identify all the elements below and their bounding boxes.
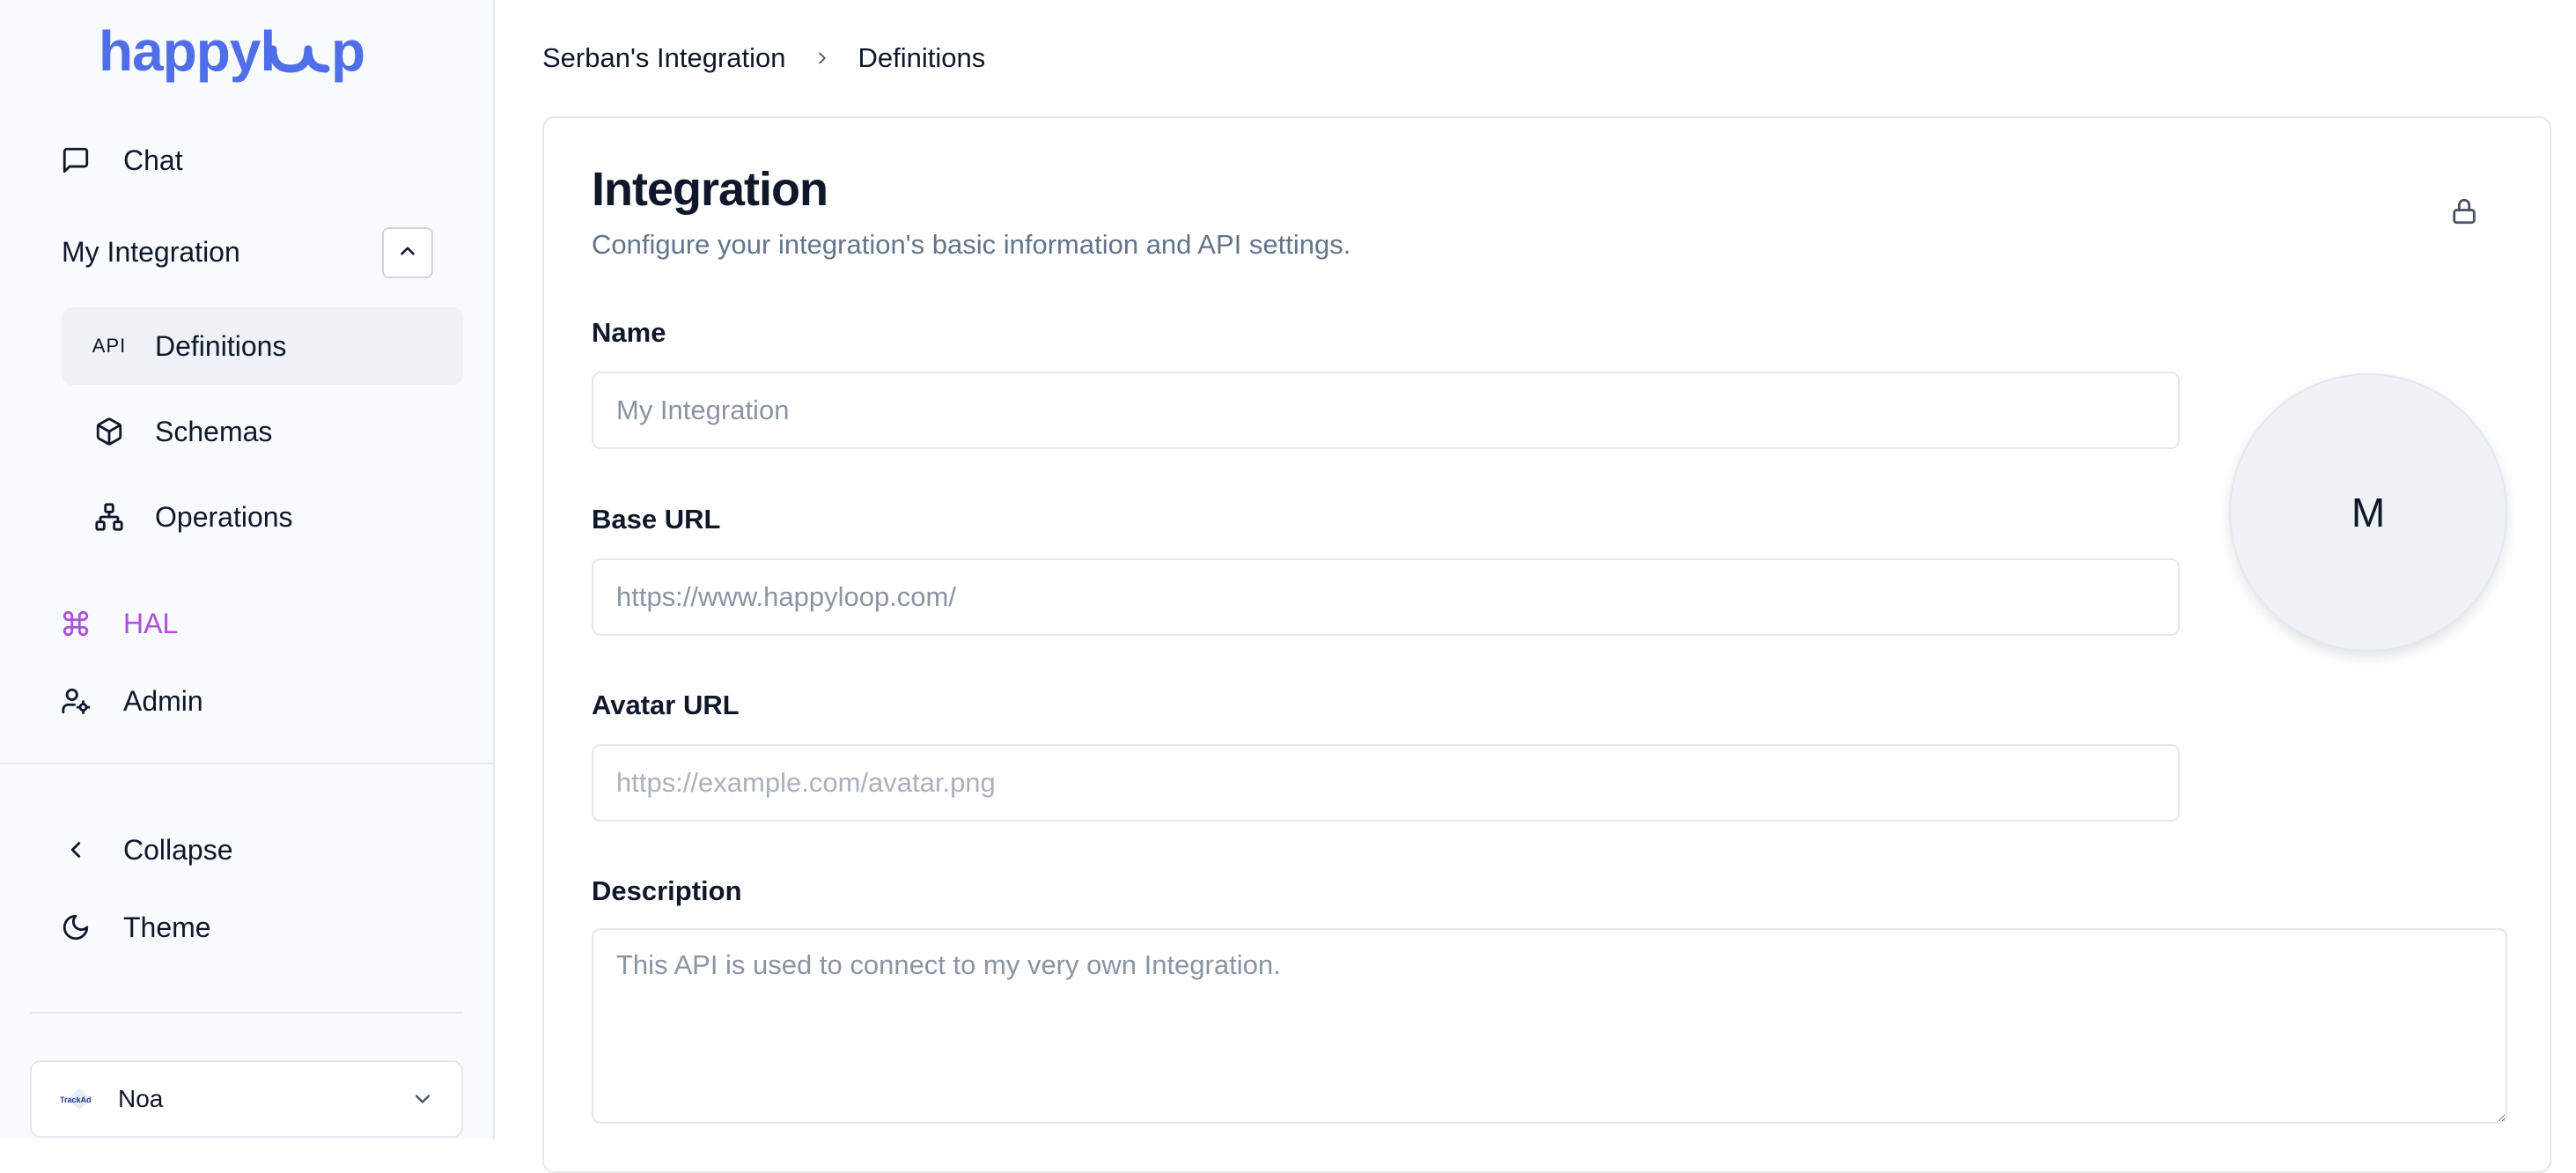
nav-admin-label: Admin [123,684,203,717]
sidebar: happyl p Chat My Integration API Definit… [0,0,495,1140]
nav-hal-label: HAL [123,607,179,639]
breadcrumb: Serban's Integration Definitions [542,42,985,74]
chevron-up-icon [396,240,419,267]
chevron-right-icon [813,48,832,68]
integration-avatar[interactable]: M [2229,373,2507,652]
avatar-initial: M [2351,490,2386,535]
sidebar-divider [30,1012,463,1014]
base-url-label: Base URL [592,504,721,535]
nav-chat-label: Chat [123,144,183,176]
lock-icon[interactable] [2449,196,2479,232]
base-url-input[interactable] [592,558,2180,636]
moon-icon [58,910,93,945]
sidebar-item-label: Definitions [155,329,287,362]
sidebar-divider [0,763,493,764]
avatar-url-input[interactable] [592,744,2180,822]
svg-text:happyl: happyl [99,23,275,83]
avatar-url-label: Avatar URL [592,690,740,720]
api-icon: API [92,335,127,357]
svg-text:TrackAd: TrackAd [60,1096,92,1104]
card-title: Integration [592,163,828,216]
theme-label: Theme [123,911,211,943]
command-icon [58,606,93,641]
nav-group-label: My Integration [62,236,240,268]
workspace-user-name: Noa [118,1085,164,1112]
chevron-down-icon [410,1087,435,1116]
breadcrumb-parent-link[interactable]: Serban's Integration [542,42,786,74]
workspace-switcher[interactable]: TrackAd Noa [30,1060,463,1138]
network-icon [92,499,127,535]
collapse-label: Collapse [123,833,233,866]
nav-hal[interactable]: HAL [58,606,178,641]
user-cog-icon [58,683,93,719]
nav-chat[interactable]: Chat [58,143,183,178]
name-input[interactable] [592,372,2180,449]
sidebar-item-operations[interactable]: Operations [62,478,463,556]
workspace-logo: TrackAd [58,1087,100,1111]
collapse-sidebar-button[interactable]: Collapse [58,832,233,867]
name-label: Name [592,317,666,348]
description-label: Description [592,875,742,906]
nav-group-my-integration[interactable]: My Integration [62,236,240,269]
description-textarea[interactable] [592,928,2507,1124]
breadcrumb-current: Definitions [857,42,986,73]
integration-card: Integration Configure your integration's… [542,116,2551,1173]
svg-text:p: p [331,23,365,83]
sidebar-item-label: Operations [155,500,293,533]
sidebar-item-schemas[interactable]: Schemas [62,393,463,470]
happyloop-logo[interactable]: happyl p [99,19,389,89]
collapse-group-button[interactable] [382,227,433,278]
sidebar-item-label: Schemas [155,415,273,447]
theme-toggle-button[interactable]: Theme [58,910,211,945]
nav-admin[interactable]: Admin [58,683,203,719]
message-square-icon [58,143,93,178]
chevron-left-icon [58,832,93,867]
card-subtitle: Configure your integration's basic infor… [592,229,1351,260]
cube-icon [92,414,127,449]
sidebar-item-definitions[interactable]: API Definitions [62,307,463,385]
